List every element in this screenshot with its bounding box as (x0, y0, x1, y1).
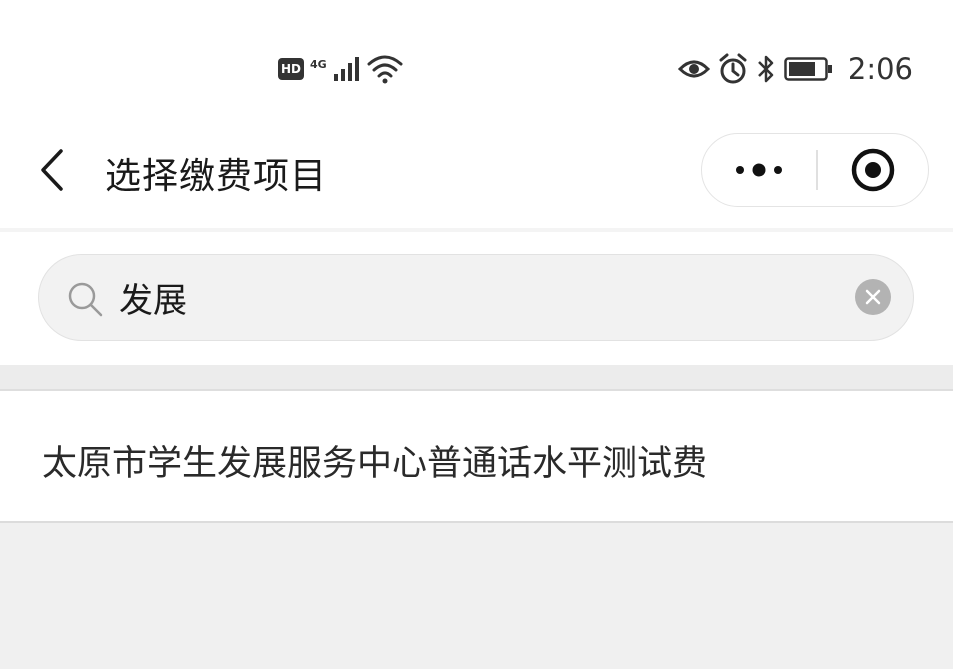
hd-icon: HD (278, 58, 304, 80)
status-bar: HD 4G 2:06 (0, 0, 953, 118)
network-type-label: 4G (310, 57, 327, 71)
results-list: 太原市学生发展服务中心普通话水平测试费 (0, 391, 953, 523)
eye-icon (677, 60, 710, 78)
search-input[interactable] (119, 255, 839, 339)
empty-area (0, 523, 953, 669)
page: HD 4G 2:06 选择缴费项目 发展 太原市学生发展服务中心普通话水平测试费 (0, 0, 953, 669)
status-network-group: HD 4G (278, 52, 403, 86)
wifi-icon (367, 55, 403, 84)
more-icon (735, 163, 782, 177)
close-button[interactable] (818, 134, 928, 206)
clear-icon (865, 289, 881, 305)
chevron-left-icon (41, 149, 63, 191)
mini-program-capsule (701, 133, 929, 207)
alarm-icon (719, 53, 747, 84)
clear-search-button[interactable] (855, 279, 891, 315)
battery-icon (784, 57, 832, 81)
title-bar: 选择缴费项目 (0, 118, 953, 228)
list-item-label: 太原市学生发展服务中心普通话水平测试费 (42, 444, 708, 484)
search-icon (68, 282, 103, 317)
search-area (0, 232, 953, 365)
status-time: 2:06 (847, 52, 913, 86)
list-item[interactable]: 太原市学生发展服务中心普通话水平测试费 (0, 391, 953, 521)
section-gap (0, 365, 953, 391)
page-title: 选择缴费项目 (105, 156, 328, 197)
signal-icon (333, 57, 359, 81)
status-system-group: 2:06 (677, 50, 913, 88)
hd-label: HD (280, 62, 301, 76)
target-icon (851, 148, 895, 192)
bluetooth-icon (757, 55, 774, 83)
more-button[interactable] (702, 134, 815, 206)
search-box[interactable] (38, 254, 914, 341)
back-button[interactable] (30, 148, 74, 192)
